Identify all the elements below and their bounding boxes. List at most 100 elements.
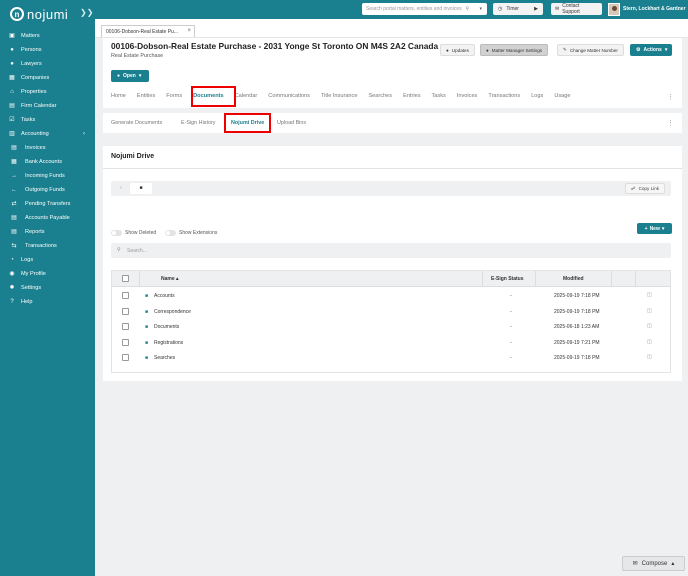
- tab-tasks[interactable]: Tasks: [432, 93, 446, 103]
- sidebar-item-transactions[interactable]: ⇆ Transactions: [0, 239, 95, 253]
- sidebar-item-lawyers[interactable]: ● Lawyers: [0, 57, 95, 71]
- column-header-esign[interactable]: E-Sign Status: [491, 276, 524, 282]
- table-row[interactable]: ■ Searches - 2025-09-19 7:18 PM ◫: [112, 350, 670, 366]
- sidebar-item-logs[interactable]: ◔ Logs: [0, 253, 95, 267]
- matter-manager-settings-button[interactable]: ● Matter Manager Settings: [480, 44, 549, 56]
- sidebar-item-companies[interactable]: ▦ Companies: [0, 71, 95, 85]
- change-matter-number-button[interactable]: ✎ Change Matter Number: [557, 44, 624, 56]
- drive-search-input[interactable]: ⚲ Search...: [111, 243, 671, 258]
- global-search-input[interactable]: Search portal matters, entities and invo…: [362, 3, 487, 15]
- collapse-sidebar-icon[interactable]: ❯❯: [80, 8, 93, 17]
- chevron-down-icon[interactable]: ‹: [83, 131, 85, 137]
- file-name[interactable]: Accounts: [154, 293, 175, 299]
- tab-entities[interactable]: Entities: [137, 93, 155, 103]
- tab-title-insurance[interactable]: Title Insurance: [321, 93, 357, 103]
- sidebar-item-label: Accounts Payable: [25, 215, 70, 221]
- search-icon[interactable]: ⚲: [465, 6, 469, 12]
- close-icon[interactable]: ×: [187, 28, 191, 34]
- matter-manager-label: Matter Manager Settings: [491, 47, 543, 53]
- toggle-switch[interactable]: [111, 230, 122, 236]
- modified-date: 2025-09-19 7:18 PM: [554, 355, 600, 361]
- row-checkbox[interactable]: [122, 307, 129, 315]
- sidebar-item-properties[interactable]: ⌂ Properties: [0, 85, 95, 99]
- row-checkbox[interactable]: [122, 354, 129, 361]
- sidebar-item-settings[interactable]: ✹ Settings: [0, 281, 95, 295]
- trash-icon[interactable]: ◫: [647, 339, 652, 345]
- app-logo[interactable]: n nojumi: [10, 6, 68, 22]
- column-header-name[interactable]: Name ▴: [161, 276, 179, 282]
- subtab-upload-bins[interactable]: Upload Bins: [277, 120, 306, 126]
- tab-transactions[interactable]: Transactions: [488, 93, 520, 103]
- toggle-switch[interactable]: [165, 230, 176, 236]
- sidebar-item-pending-transfers[interactable]: ⇄ Pending Transfers: [0, 197, 95, 211]
- trash-icon[interactable]: ◫: [647, 292, 652, 298]
- open-matter-tab[interactable]: 00106-Dobson-Real Estate Pu... ×: [101, 25, 195, 37]
- logo-text: nojumi: [27, 6, 69, 22]
- sidebar-item-outgoing-funds[interactable]: ← Outgoing Funds: [0, 183, 95, 197]
- play-icon[interactable]: ▶: [534, 6, 538, 12]
- home-folder-button[interactable]: ■: [130, 183, 152, 194]
- actions-button[interactable]: ⚙ Actions ▾: [630, 44, 672, 56]
- row-checkbox[interactable]: [122, 323, 129, 330]
- column-header-modified[interactable]: Modified: [563, 276, 584, 282]
- tab-invoices[interactable]: Invoices: [457, 93, 478, 103]
- more-icon[interactable]: ⋮: [667, 119, 674, 127]
- subtab-generate-documents[interactable]: Generate Documents: [111, 120, 162, 126]
- file-name[interactable]: Registrations: [154, 340, 183, 346]
- tab-calendar[interactable]: Calendar: [235, 93, 258, 103]
- trash-icon[interactable]: ◫: [647, 323, 652, 329]
- matter-tabs: Home Entities Forms Documents Calendar Commun…: [111, 93, 582, 103]
- sidebar-item-bank-accounts[interactable]: ▦ Bank Accounts: [0, 155, 95, 169]
- user-menu[interactable]: Stern, Lockhart & Gardner: [608, 2, 686, 16]
- table-row[interactable]: ■ Correspondence - 2025-09-19 7:18 PM ◫: [112, 304, 670, 320]
- select-all-checkbox[interactable]: [122, 275, 129, 282]
- show-deleted-toggle[interactable]: Show Deleted: [111, 229, 156, 237]
- file-name[interactable]: Documents: [154, 324, 179, 330]
- file-name[interactable]: Correspondence: [154, 309, 191, 315]
- sidebar-item-label: Transactions: [25, 243, 57, 249]
- tab-forms[interactable]: Forms: [166, 93, 182, 103]
- subtab-nojumi-drive[interactable]: Nojumi Drive: [231, 120, 264, 126]
- new-label: New: [649, 225, 660, 232]
- new-button[interactable]: + New ▾: [637, 223, 672, 234]
- sidebar-item-tasks[interactable]: ☑ Tasks: [0, 113, 95, 127]
- table-row[interactable]: ■ Accounts - 2025-09-19 7:18 PM ◫: [112, 288, 670, 304]
- chevron-down-icon[interactable]: ▾: [479, 6, 482, 12]
- updates-button[interactable]: ● Updates: [440, 44, 475, 56]
- back-arrow-icon[interactable]: ‹: [120, 185, 122, 191]
- tab-usage[interactable]: Usage: [554, 93, 570, 103]
- table-row[interactable]: ■ Documents - 2025-06-18 1:23 AM ◫: [112, 319, 670, 335]
- subtab-esign-history[interactable]: E-Sign History: [181, 120, 215, 126]
- file-name[interactable]: Searches: [154, 355, 175, 361]
- sidebar-item-help[interactable]: ? Help: [0, 295, 95, 309]
- tab-logs[interactable]: Logs: [531, 93, 543, 103]
- copy-link-button[interactable]: ☍ Copy Link: [624, 183, 665, 194]
- drive-search-placeholder: Search...: [127, 248, 148, 254]
- more-icon[interactable]: ⋮: [667, 93, 674, 101]
- matter-status-dropdown[interactable]: ● Open ▾: [111, 70, 149, 82]
- tab-home[interactable]: Home: [111, 93, 126, 103]
- sidebar-item-reports[interactable]: ▤ Reports: [0, 225, 95, 239]
- tab-searches[interactable]: Searches: [368, 93, 392, 103]
- sidebar-item-accounts-payable[interactable]: ▤ Accounts Payable: [0, 211, 95, 225]
- sidebar-item-matters[interactable]: ▣ Matters: [0, 29, 95, 43]
- table-row[interactable]: ■ Registrations - 2025-09-19 7:21 PM ◫: [112, 335, 670, 351]
- trash-icon[interactable]: ◫: [647, 354, 652, 360]
- compose-button[interactable]: ✉ Compose ▴: [622, 556, 685, 571]
- tab-entries[interactable]: Entries: [403, 93, 420, 103]
- tab-communications[interactable]: Communications: [268, 93, 310, 103]
- contact-support-button[interactable]: ✉ Contact Support: [551, 3, 602, 15]
- row-checkbox[interactable]: [122, 338, 129, 346]
- sidebar-item-accounting[interactable]: ▥ Accounting ‹: [0, 127, 95, 141]
- firm-name: Stern, Lockhart & Gardner: [623, 6, 686, 12]
- sidebar-item-my-profile[interactable]: ◉ My Profile: [0, 267, 95, 281]
- sidebar-item-persons[interactable]: ● Persons: [0, 43, 95, 57]
- show-extensions-toggle[interactable]: Show Extensions: [165, 229, 217, 237]
- sidebar-item-firm-calendar[interactable]: ▤ Firm Calendar: [0, 99, 95, 113]
- row-checkbox[interactable]: [122, 292, 129, 299]
- sidebar-item-incoming-funds[interactable]: → Incoming Funds: [0, 169, 95, 183]
- timer-button[interactable]: ◷ Timer ▶: [493, 3, 543, 15]
- trash-icon[interactable]: ◫: [647, 308, 652, 314]
- sidebar-item-invoices[interactable]: ▤ Invoices: [0, 141, 95, 155]
- tab-documents[interactable]: Documents: [193, 93, 223, 103]
